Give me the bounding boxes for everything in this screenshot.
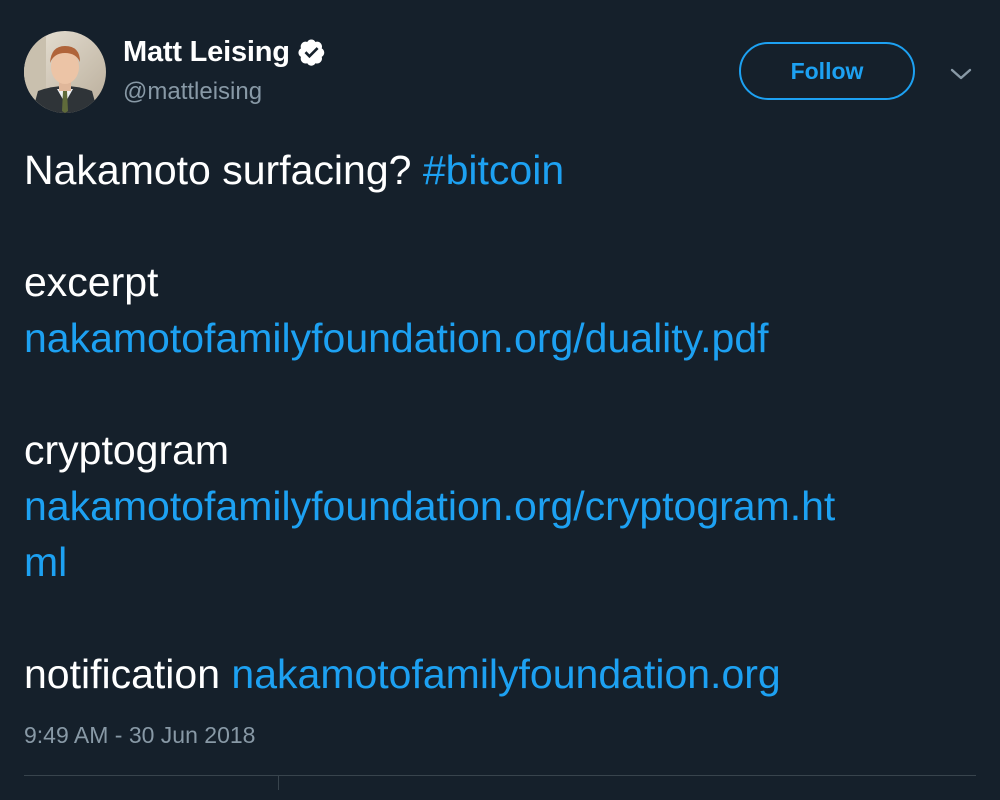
notification-link[interactable]: nakamotofamilyfoundation.org — [231, 651, 780, 697]
tweet-line-intro: Nakamoto surfacing? #bitcoin — [24, 142, 984, 198]
verified-badge-icon — [298, 38, 326, 66]
excerpt-label: excerpt — [24, 259, 159, 305]
tweet-text: Nakamoto surfacing? #bitcoin excerpt nak… — [24, 142, 984, 702]
cryptogram-link-line2[interactable]: ml — [24, 539, 67, 585]
cryptogram-link-line1[interactable]: nakamotofamilyfoundation.org/cryptogram.… — [24, 483, 835, 529]
divider-tick — [278, 776, 279, 790]
notification-label: notification — [24, 651, 221, 697]
chevron-down-icon[interactable] — [946, 62, 976, 86]
display-name[interactable]: Matt Leising — [123, 36, 290, 69]
user-info: Matt Leising @mattleising — [123, 34, 326, 106]
tweet-line-notification: notification nakamotofamilyfoundation.or… — [24, 646, 984, 702]
display-name-row: Matt Leising — [123, 34, 326, 70]
follow-button[interactable]: Follow — [739, 42, 915, 100]
intro-text: Nakamoto surfacing? — [24, 147, 412, 193]
cryptogram-label: cryptogram — [24, 427, 230, 473]
handle[interactable]: @mattleising — [123, 78, 326, 106]
hashtag-link[interactable]: #bitcoin — [423, 147, 564, 193]
excerpt-link[interactable]: nakamotofamilyfoundation.org/duality.pdf — [24, 315, 769, 361]
avatar[interactable] — [24, 31, 106, 113]
timestamp[interactable]: 9:49 AM - 30 Jun 2018 — [24, 722, 255, 749]
tweet-card: Matt Leising @mattleising Follow Nakamot… — [0, 0, 1000, 800]
divider — [24, 775, 976, 776]
avatar-image — [24, 31, 106, 113]
